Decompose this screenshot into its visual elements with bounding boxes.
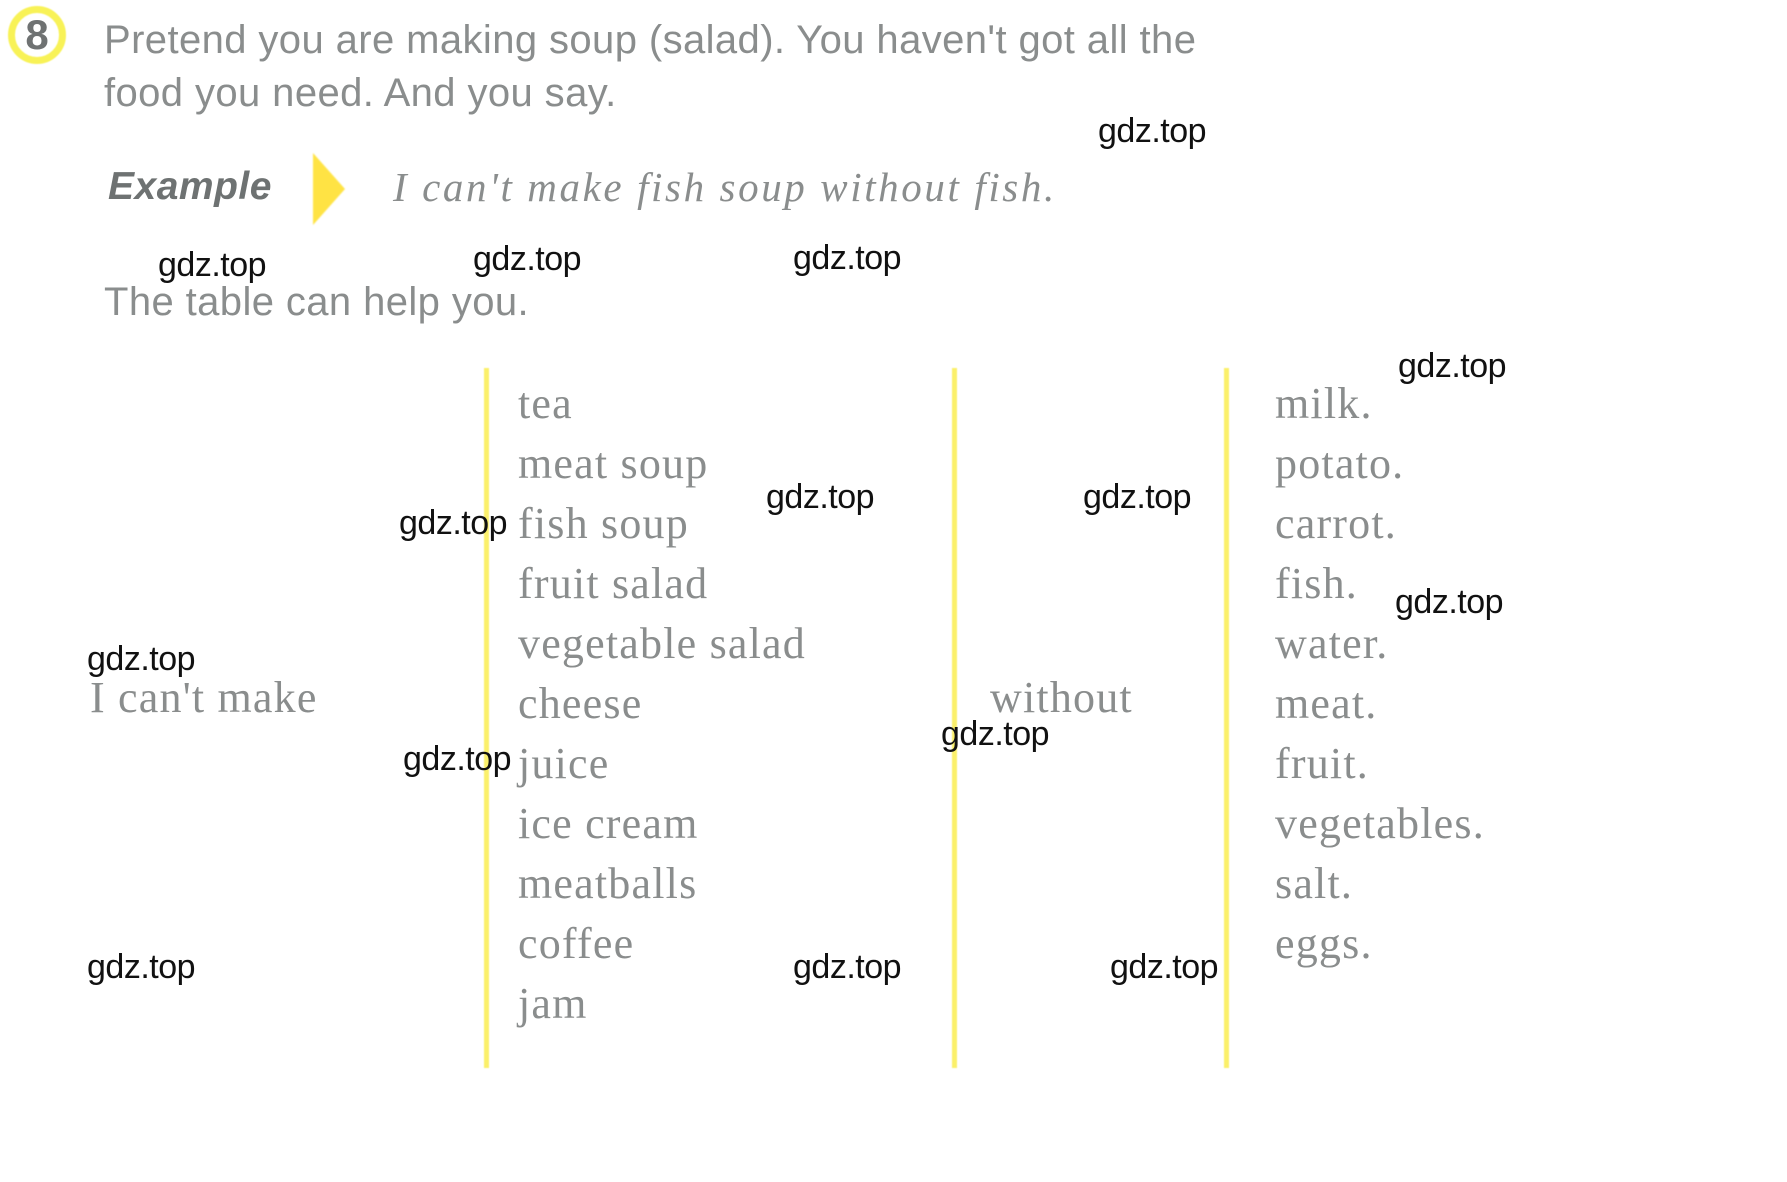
table-cell: meat soup bbox=[518, 439, 709, 488]
table-cell: juice bbox=[518, 739, 610, 788]
table-cell: cheese bbox=[518, 679, 643, 728]
watermark: gdz.top bbox=[158, 246, 267, 284]
table-cell: vegetables. bbox=[1275, 799, 1485, 848]
table-cell: potato. bbox=[1275, 439, 1405, 488]
watermark: gdz.top bbox=[399, 504, 508, 542]
exercise-number-badge: 8 bbox=[8, 6, 70, 68]
table-cell: tea bbox=[518, 379, 573, 428]
watermark: gdz.top bbox=[473, 240, 582, 278]
table-cell: fish soup bbox=[518, 499, 689, 548]
table-cell: water. bbox=[1275, 619, 1389, 668]
table-cell: meat. bbox=[1275, 679, 1378, 728]
table-hint: The table can help you. bbox=[104, 280, 545, 325]
exercise-task-line-2: food you need. And you say. bbox=[104, 71, 617, 115]
table-cell: fruit salad bbox=[518, 559, 709, 608]
watermark: gdz.top bbox=[1395, 583, 1504, 621]
example-label: Example bbox=[108, 165, 272, 208]
table-cell: eggs. bbox=[1275, 919, 1373, 968]
table-column-ingredient: milk. potato. carrot. fish. water. meat.… bbox=[1275, 374, 1485, 974]
table-cell: fruit. bbox=[1275, 739, 1369, 788]
table-cell: coffee bbox=[518, 919, 635, 968]
exercise-task-line-1: Pretend you are making soup (salad). You… bbox=[104, 18, 1197, 62]
table-cell: jam bbox=[518, 979, 588, 1028]
watermark: gdz.top bbox=[87, 640, 196, 678]
watermark: gdz.top bbox=[87, 948, 196, 986]
watermark: gdz.top bbox=[793, 948, 902, 986]
table-column-dish: tea meat soup fish soup fruit salad vege… bbox=[518, 374, 806, 1034]
table-cell: ice cream bbox=[518, 799, 699, 848]
watermark: gdz.top bbox=[1098, 112, 1207, 150]
watermark: gdz.top bbox=[1110, 948, 1219, 986]
table-cell: meatballs bbox=[518, 859, 698, 908]
example-sentence: I can't make fish soup without fish. bbox=[393, 164, 1057, 210]
watermark: gdz.top bbox=[403, 740, 512, 778]
watermark: gdz.top bbox=[793, 239, 902, 277]
exercise-task-text: Pretend you are making soup (salad). You… bbox=[104, 14, 1684, 120]
arrow-right-icon bbox=[313, 153, 345, 225]
table-hint-text: The table can help you. bbox=[104, 280, 530, 324]
table-divider-3 bbox=[1224, 368, 1229, 1068]
watermark: gdz.top bbox=[1398, 347, 1507, 385]
exercise-number: 8 bbox=[25, 11, 49, 58]
watermark: gdz.top bbox=[941, 715, 1050, 753]
watermark: gdz.top bbox=[766, 478, 875, 516]
table-cell: vegetable salad bbox=[518, 619, 806, 668]
table-divider-1 bbox=[484, 368, 489, 1068]
watermark: gdz.top bbox=[1083, 478, 1192, 516]
table-cell: salt. bbox=[1275, 859, 1354, 908]
table-cell: carrot. bbox=[1275, 499, 1397, 548]
